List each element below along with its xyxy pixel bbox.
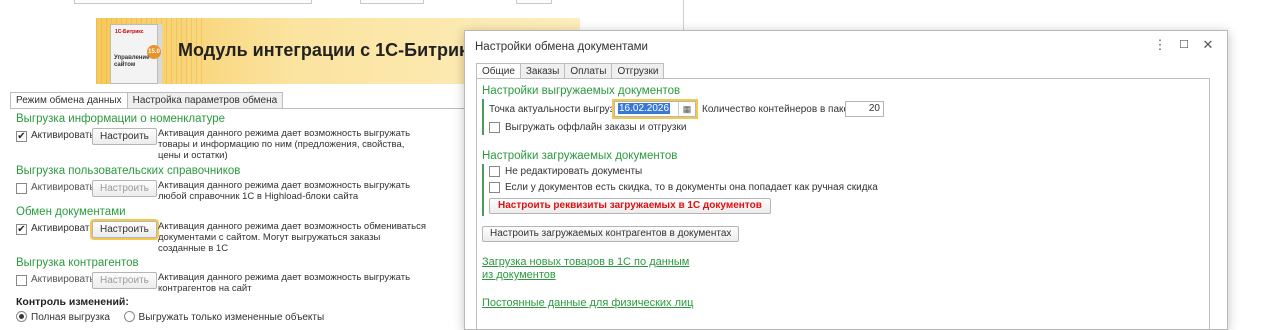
section-title: Выгрузка контрагентов xyxy=(16,257,139,269)
tab-exchange-params[interactable]: Настройка параметров обмена xyxy=(126,92,284,109)
activate-checkbox[interactable] xyxy=(16,183,27,194)
configure-button[interactable]: Настроить xyxy=(92,180,157,197)
link-load-new-goods[interactable]: Загрузка новых товаров в 1С по данным из… xyxy=(482,256,702,282)
documents-exchange-dialog: Настройки обмена документами ⋮ ☐ ✕ Общие… xyxy=(464,30,1228,330)
maximize-icon[interactable]: ☐ xyxy=(1175,36,1193,54)
section-description: Активация данного режима дает возможност… xyxy=(158,221,427,254)
configure-counterparties-button[interactable]: Настроить загружаемых контрагентов в док… xyxy=(482,226,740,242)
no-edit-label: Не редактировать документы xyxy=(505,166,643,177)
top-field[interactable] xyxy=(516,0,552,4)
discount-checkbox[interactable] xyxy=(489,182,500,193)
section-description: Активация данного режима дает возможност… xyxy=(158,180,411,202)
radio-label: Полная выгрузка xyxy=(31,312,110,323)
change-control-title: Контроль изменений: xyxy=(16,296,129,308)
activate-label: Активировать xyxy=(31,182,95,193)
product-box-image: 1С-Битрикс 15.0 Управление сайтом xyxy=(110,24,161,84)
section-description: Активация данного режима дает возможност… xyxy=(158,272,411,294)
link-individuals-data[interactable]: Постоянные данные для физических лиц xyxy=(482,297,693,310)
import-settings-header: Настройки загружаемых документов xyxy=(482,150,678,162)
offline-checkbox[interactable] xyxy=(489,122,500,133)
more-vertical-icon[interactable]: ⋮ xyxy=(1151,36,1169,54)
section-title: Выгрузка пользовательских справочников xyxy=(16,165,241,177)
activate-checkbox[interactable]: ✔ xyxy=(16,131,27,142)
tab-general[interactable]: Общие xyxy=(476,63,521,79)
configure-button[interactable]: Настроить xyxy=(90,219,159,240)
containers-label: Количество контейнеров в пакете: xyxy=(702,104,862,115)
radio-changed-only[interactable] xyxy=(123,311,135,322)
configure-button[interactable]: Настроить xyxy=(92,272,157,289)
checkmark-icon: ✔ xyxy=(17,131,26,142)
no-edit-checkbox[interactable] xyxy=(489,166,500,177)
section-title: Выгрузка информации о номенклатуре xyxy=(16,113,226,125)
activate-checkbox[interactable] xyxy=(16,275,27,286)
top-field[interactable] xyxy=(360,0,424,4)
activate-label: Активировать xyxy=(31,274,95,285)
configure-requisites-button[interactable]: Настроить реквизиты загружаемых в 1С док… xyxy=(489,198,771,214)
offline-label: Выгружать оффлайн заказы и отгрузки xyxy=(505,122,687,133)
dialog-title: Настройки обмена документами xyxy=(475,41,648,53)
banner-title: Модуль интеграции с 1С-Битрикс 7 xyxy=(178,40,493,60)
activate-label: Активировать xyxy=(31,223,95,234)
close-icon[interactable]: ✕ xyxy=(1199,36,1217,54)
tab-orders[interactable]: Заказы xyxy=(519,63,566,79)
radio-full-export[interactable] xyxy=(16,311,27,322)
checkmark-icon: ✔ xyxy=(17,224,26,235)
tab-shipments[interactable]: Отгрузки xyxy=(611,63,665,79)
tab-exchange-mode[interactable]: Режим обмена данных xyxy=(10,92,128,109)
tab-payments[interactable]: Оплаты xyxy=(564,63,613,79)
section-description: Активация данного режима дает возможност… xyxy=(158,128,411,161)
top-field[interactable] xyxy=(74,0,312,4)
dialog-tabs: Общие Заказы Оплаты Отгрузки xyxy=(476,63,665,79)
containers-field[interactable]: 20 xyxy=(845,101,884,117)
date-field[interactable]: 16.02.2026 ▦ xyxy=(612,99,698,119)
calendar-icon[interactable]: ▦ xyxy=(678,102,695,116)
main-tabs: Режим обмена данных Настройка параметров … xyxy=(10,92,284,109)
section-title: Обмен документами xyxy=(16,206,126,218)
activate-checkbox[interactable]: ✔ xyxy=(16,224,27,235)
date-label: Точка актуальности выгрузки: xyxy=(489,104,627,115)
general-tab-panel: Настройки выгружаемых документов Точка а… xyxy=(476,78,1210,330)
configure-button[interactable]: Настроить xyxy=(92,128,157,145)
activate-label: Активировать xyxy=(31,130,95,141)
discount-label: Если у документов есть скидка, то в доку… xyxy=(505,182,878,193)
change-control-radios: Полная выгрузка Выгружать только изменен… xyxy=(16,311,324,323)
radio-label: Выгружать только измененные объекты xyxy=(138,312,325,323)
export-settings-header: Настройки выгружаемых документов xyxy=(482,85,681,97)
